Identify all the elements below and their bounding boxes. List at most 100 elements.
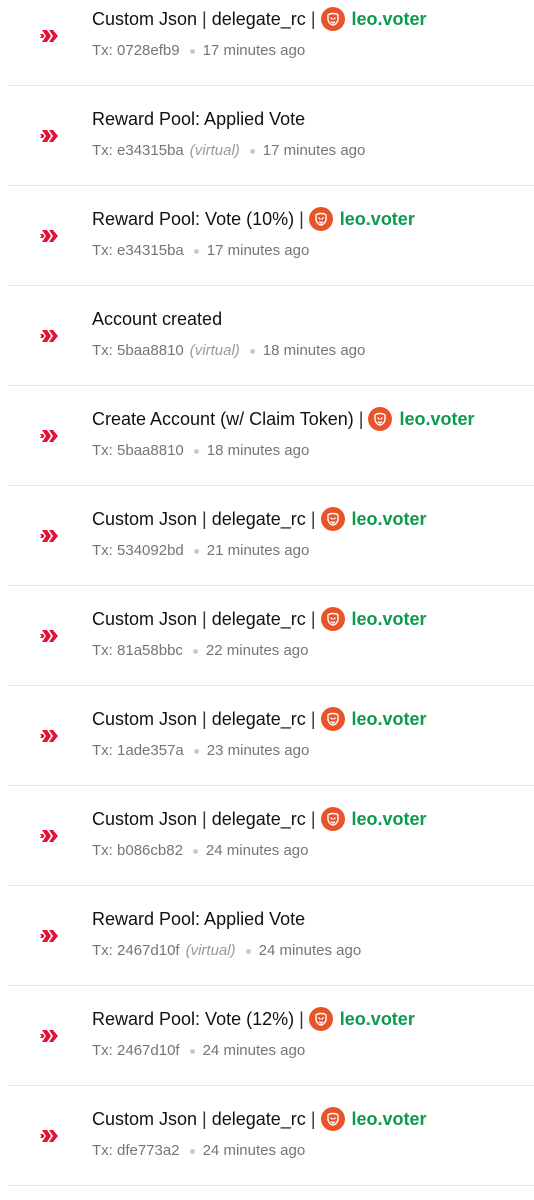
virtual-badge: (virtual) — [185, 942, 236, 959]
leo-voter-avatar[interactable] — [320, 507, 345, 531]
leo-voter-avatar[interactable] — [308, 1007, 333, 1031]
operation-row[interactable]: Reward Pool: Vote (10%) | leo.voter Tx: e34… — [8, 186, 534, 286]
lion-logo-icon — [326, 512, 339, 526]
operation-meta: Tx: e34315ba (virtual) 17 minutes ago — [92, 141, 365, 161]
tx-label: Tx: — [92, 942, 113, 959]
leo-voter-avatar[interactable] — [320, 607, 345, 631]
meta-separator-dot — [192, 848, 198, 854]
tx-hash-link[interactable]: e34315ba — [117, 241, 184, 261]
leo-voter-avatar[interactable] — [320, 807, 345, 831]
operation-type: Reward Pool: Applied Vote — [92, 909, 306, 929]
custom-json-id: delegate_rc — [211, 809, 306, 829]
title-separator: | — [310, 609, 316, 629]
hive-logo-icon — [40, 130, 58, 142]
account-link[interactable]: leo.voter — [340, 206, 415, 232]
operation-meta: Tx: dfe773a2 24 minutes ago — [92, 1141, 305, 1161]
timestamp: 24 minutes ago — [202, 1142, 306, 1159]
operation-title: Reward Pool: Applied Vote — [92, 906, 305, 932]
title-separator: | — [202, 509, 207, 529]
operation-row[interactable]: Custom Json | delegate_rc | leo.voter Tx: 534… — [8, 486, 534, 586]
operation-row[interactable]: Reward Pool: Applied Vote Tx: e34315ba (vi… — [8, 86, 534, 186]
custom-json-id: delegate_rc — [211, 9, 306, 29]
operation-row[interactable]: Custom Json | delegate_rc | leo.voter Tx: 1ad… — [8, 686, 534, 786]
timestamp: 21 minutes ago — [206, 542, 310, 559]
operation-type: Custom Json — [92, 9, 198, 29]
operation-meta: Tx: 5baa8810 18 minutes ago — [92, 441, 309, 461]
leo-voter-avatar[interactable] — [368, 407, 393, 431]
tx-hash-link[interactable]: dfe773a2 — [117, 1141, 180, 1161]
leo-voter-avatar[interactable] — [320, 1107, 345, 1131]
leo-voter-avatar[interactable] — [308, 207, 333, 231]
tx-hash-link[interactable]: e34315ba — [117, 141, 184, 161]
tx-hash-link[interactable]: 534092bd — [117, 541, 184, 561]
operation-title: Reward Pool: Vote (10%) | leo.voter — [92, 206, 415, 232]
timestamp: 17 minutes ago — [202, 42, 306, 59]
operation-row[interactable]: Custom Json | delegate_rc | leo.voter Tx: 072… — [8, 0, 534, 86]
operation-row[interactable]: Custom Json | delegate_rc | leo.voter Tx: 81a… — [8, 586, 534, 686]
custom-json-id: delegate_rc — [211, 609, 306, 629]
lion-logo-icon — [315, 1012, 327, 1026]
operation-title: Custom Json | delegate_rc | leo.voter — [92, 506, 427, 532]
tx-label: Tx: — [92, 142, 113, 159]
operation-meta: Tx: e34315ba 17 minutes ago — [92, 241, 309, 261]
tx-hash-link[interactable]: 5baa8810 — [117, 441, 184, 461]
tx-label: Tx: — [92, 1142, 113, 1159]
leo-voter-avatar[interactable] — [320, 707, 345, 731]
timestamp: 23 minutes ago — [206, 742, 310, 759]
meta-separator-dot — [189, 48, 195, 54]
operation-row[interactable]: Custom Json | delegate_rc | leo.voter Tx: dfe… — [8, 1086, 534, 1186]
timestamp: 24 minutes ago — [205, 842, 309, 859]
tx-hash-link[interactable]: b086cb82 — [117, 841, 183, 861]
hive-logo-icon — [40, 930, 58, 942]
title-separator: | — [310, 1109, 316, 1129]
operation-title: Account created — [92, 306, 222, 332]
account-link[interactable]: leo.voter — [352, 1106, 427, 1132]
operation-meta: Tx: b086cb82 24 minutes ago — [92, 841, 309, 861]
tx-hash-link[interactable]: 2467d10f — [117, 1041, 180, 1061]
meta-separator-dot — [249, 148, 255, 154]
title-separator: | — [310, 509, 316, 529]
account-link[interactable]: leo.voter — [352, 506, 427, 532]
operation-row[interactable]: Reward Pool: Applied Vote Tx: 2467d10f (vi… — [8, 886, 534, 986]
tx-label: Tx: — [92, 842, 113, 859]
meta-separator-dot — [193, 248, 199, 254]
account-link[interactable]: leo.voter — [352, 706, 427, 732]
tx-hash-link[interactable]: 5baa8810 — [117, 341, 184, 361]
tx-hash-link[interactable]: 81a58bbc — [117, 641, 183, 661]
meta-separator-dot — [189, 1048, 195, 1054]
meta-separator-dot — [193, 548, 199, 554]
hive-logo-icon — [40, 530, 58, 542]
hive-logo-icon — [40, 630, 58, 642]
account-link[interactable]: leo.voter — [399, 406, 474, 432]
hive-logo-icon — [40, 1130, 58, 1142]
lion-logo-icon — [326, 1112, 339, 1126]
meta-separator-dot — [192, 648, 198, 654]
tx-hash-link[interactable]: 0728efb9 — [117, 41, 180, 61]
account-link[interactable]: leo.voter — [340, 1006, 415, 1032]
tx-hash-link[interactable]: 1ade357a — [117, 741, 184, 761]
tx-label: Tx: — [92, 542, 113, 559]
lion-logo-icon — [374, 412, 387, 426]
virtual-badge: (virtual) — [189, 142, 240, 159]
operation-title: Create Account (w/ Claim Token) | leo.vote… — [92, 406, 475, 432]
account-link[interactable]: leo.voter — [352, 806, 427, 832]
operation-row[interactable]: Create Account (w/ Claim Token) | leo.vote… — [8, 386, 534, 486]
tx-label: Tx: — [92, 642, 113, 659]
timestamp: 18 minutes ago — [206, 442, 310, 459]
meta-separator-dot — [193, 448, 199, 454]
operation-type: Custom Json — [92, 809, 198, 829]
operation-title: Custom Json | delegate_rc | leo.voter — [92, 6, 427, 32]
operation-row[interactable]: Reward Pool: Vote (12%) | leo.voter Tx: 246… — [8, 986, 534, 1086]
tx-hash-link[interactable]: 2467d10f — [117, 941, 180, 961]
operation-row[interactable]: Custom Json | delegate_rc | leo.voter Tx: b08… — [8, 786, 534, 886]
account-link[interactable]: leo.voter — [352, 6, 427, 32]
lion-logo-icon — [326, 712, 339, 726]
tx-label: Tx: — [92, 342, 113, 359]
operation-type: Custom Json — [92, 609, 198, 629]
operation-row[interactable]: Account created Tx: 5baa8810 (virtual) 18 m… — [8, 286, 534, 386]
leo-voter-avatar[interactable] — [320, 7, 345, 31]
title-separator: | — [202, 9, 207, 29]
operation-title: Reward Pool: Vote (12%) | leo.voter — [92, 1006, 415, 1032]
lion-logo-icon — [326, 12, 339, 26]
account-link[interactable]: leo.voter — [352, 606, 427, 632]
